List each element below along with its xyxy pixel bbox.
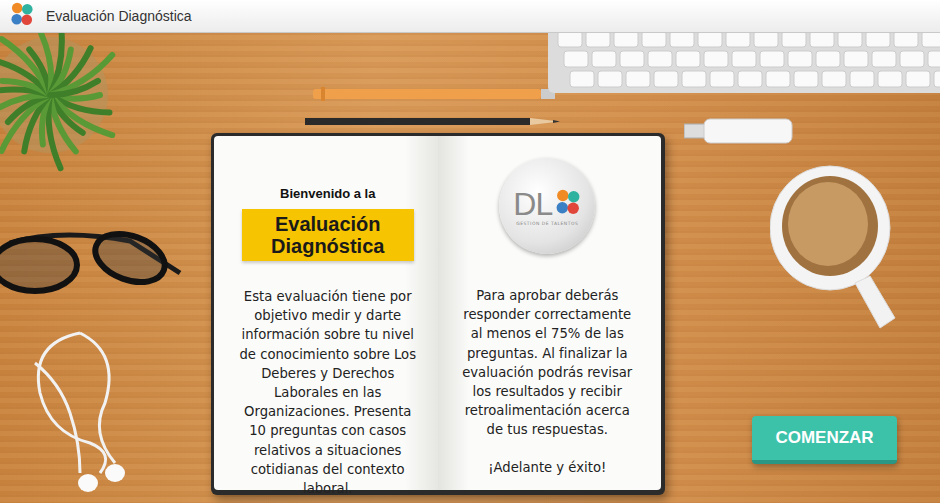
- heading-line: Diagnóstica: [271, 235, 384, 257]
- earphones-icon: [20, 323, 130, 498]
- title-bar: Evaluación Diagnóstica: [0, 0, 940, 33]
- company-logo: DLGESTIÓN DE TALENTOS: [499, 158, 595, 254]
- logo-text: DL: [513, 187, 552, 221]
- notebook: Bienvenido a la EvaluaciónDiagnóstica Esta…: [211, 133, 665, 495]
- usb-stick-icon: [684, 117, 794, 145]
- description-text: Esta evaluación tiene por objetivo medir…: [236, 287, 420, 498]
- start-button[interactable]: COMENZAR: [752, 416, 897, 464]
- closing-text: ¡Adelante y éxito!: [488, 458, 606, 477]
- welcome-intro: Bienvenido a la: [280, 186, 375, 201]
- plant-icon: [0, 33, 130, 173]
- logo-tagline: GESTIÓN DE TALENTOS: [516, 221, 578, 226]
- left-page: Bienvenido a laEvaluaciónDiagnósticaEsta…: [214, 136, 438, 490]
- heading-banner: EvaluaciónDiagnóstica: [242, 209, 414, 261]
- app-logo-icon: [10, 2, 34, 30]
- instructions-text: Para aprobar deberás responder correctam…: [456, 286, 640, 440]
- keyboard-icon: [548, 33, 940, 97]
- logo-dots-icon: [555, 189, 581, 219]
- right-page: DLGESTIÓN DE TALENTOS Para aprobar deberá…: [438, 136, 662, 490]
- heading-line: Evaluación: [275, 213, 381, 235]
- logo-row: DL: [513, 187, 581, 221]
- glasses-icon: [0, 203, 195, 298]
- coffee-cup-icon: [770, 158, 910, 338]
- window-title: Evaluación Diagnóstica: [46, 8, 192, 24]
- pencil-icon: [305, 113, 565, 125]
- desk-background: Bienvenido a la EvaluaciónDiagnóstica Esta…: [0, 33, 940, 503]
- pencil-icon: [313, 85, 563, 105]
